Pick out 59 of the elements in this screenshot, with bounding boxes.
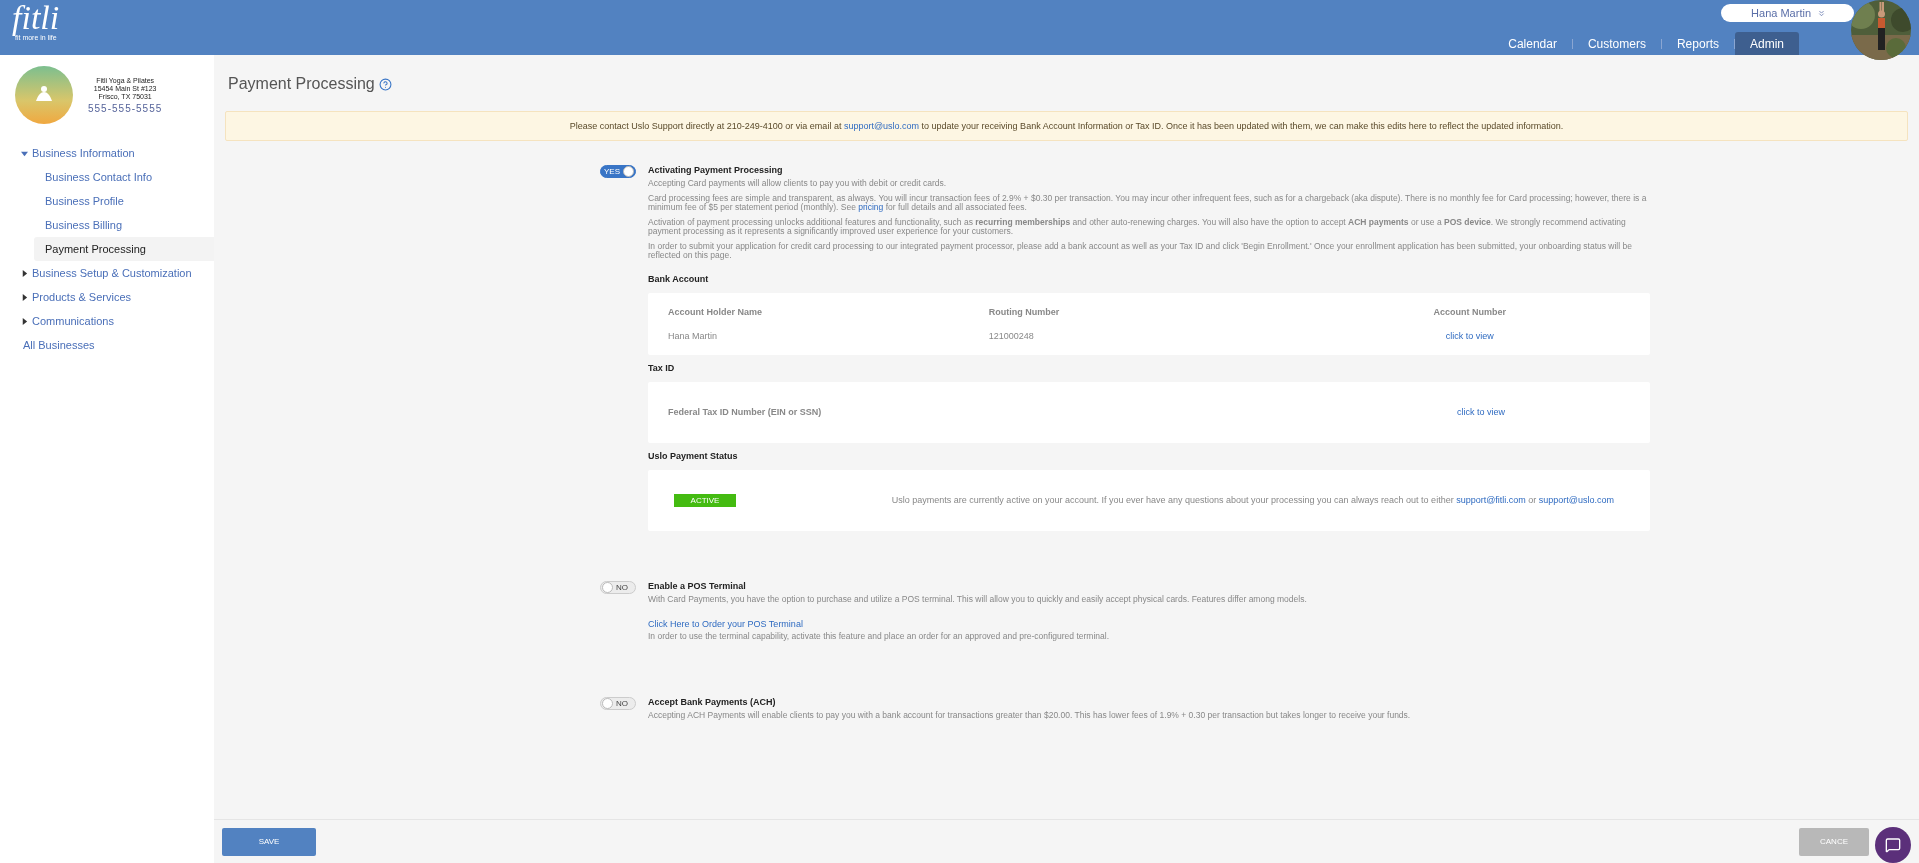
nav-tab[interactable]: Calendar bbox=[1493, 32, 1572, 55]
column-header: Account Holder Name bbox=[668, 306, 763, 317]
description-text: In order to submit your application for credit card processing to our integrated payment processor, please add a bank account as well as your Tax ID and click 'Begin Enrollment.' Once your enrollment application has been submitted, your onboarding status will be reflected on this page. bbox=[648, 241, 1633, 261]
sidebar-item[interactable]: Business Profile bbox=[34, 189, 214, 213]
caret-icon bbox=[21, 317, 28, 325]
text-link[interactable]: support@uslo.com bbox=[1538, 495, 1614, 505]
user-menu[interactable]: Hana Martin bbox=[1721, 4, 1854, 22]
sidebar-group[interactable]: Products & Services bbox=[0, 285, 214, 309]
logo-text[interactable]: fitli bbox=[12, 2, 60, 34]
nav-tab[interactable]: Customers bbox=[1572, 32, 1661, 55]
order-link[interactable]: Click Here to Order your POS Terminal bbox=[648, 619, 1650, 629]
text-link[interactable]: support@uslo.com bbox=[843, 121, 920, 131]
view-link[interactable]: click to view bbox=[1457, 407, 1505, 417]
view-link[interactable]: click to view bbox=[1445, 330, 1494, 341]
description-text: With Card Payments, you have the option to purchase and utilize a POS terminal. This will allow you to quickly and easily accept physical cards. Features differ among models. bbox=[648, 594, 1308, 604]
nav-tab[interactable]: Reports bbox=[1661, 32, 1734, 55]
status-badge: ACTIVE bbox=[674, 493, 736, 507]
section-title: Activating Payment Processing bbox=[648, 165, 784, 175]
caret-icon bbox=[21, 269, 28, 277]
sidebar-group[interactable]: Business Information bbox=[0, 141, 214, 165]
caret-icon bbox=[21, 293, 28, 301]
description-text: Activation of payment processing unlocks additional features and functionality, such as recurring memberships and other auto-renewing charges. You will also have the option to accept ACH payments or use a POS device. We strongly recommend activating payment processing as it represents a significantly improved user experience for your customers. bbox=[648, 217, 1627, 237]
column-header: Account Number bbox=[1433, 306, 1506, 317]
field-label: Federal Tax ID Number (EIN or SSN) bbox=[668, 407, 822, 417]
status-message: Uslo payments are currently active on your account. If you ever have any questions about your processing you can always reach out to either support@fitli.com or support@uslo.com bbox=[891, 495, 1614, 505]
sidebar-item[interactable]: All Businesses bbox=[0, 333, 214, 357]
section-title: Enable a POS Terminal bbox=[648, 580, 747, 591]
section-heading: Uslo Payment Status bbox=[648, 450, 739, 461]
toggle-switch[interactable]: NO bbox=[600, 580, 636, 594]
section-heading: Bank Account bbox=[648, 273, 710, 284]
sidebar-item[interactable]: Payment Processing bbox=[34, 237, 214, 261]
sidebar-item[interactable]: Business Billing bbox=[34, 213, 214, 237]
chat-button[interactable] bbox=[1875, 827, 1911, 863]
toggle-switch[interactable]: NO bbox=[600, 696, 636, 710]
sidebar-group[interactable]: Business Setup & Customization bbox=[0, 261, 214, 285]
business-phone: 555-555-5555 bbox=[88, 102, 163, 114]
save-button[interactable]: SAVE bbox=[222, 827, 316, 856]
toggle-switch[interactable]: YES bbox=[600, 165, 636, 178]
business-logo bbox=[14, 65, 74, 125]
table-cell: Hana Martin bbox=[668, 330, 718, 341]
description-text: In order to use the terminal capability, activate this feature and place an order for an approved and pre-configured terminal. bbox=[648, 632, 1110, 642]
description-text: Card processing fees are simple and transparent, as always. You will incur transaction fees of 2.9% + $0.30 per transaction. You may incur other infrequent fees, such as for a chargeback (aka dispute). There is no monthly fee for Card processing; however, there is a minimum fee of $5 per statement period (monthly). See pricing for full details and all associated fees. bbox=[648, 193, 1648, 213]
section-title: Accept Bank Payments (ACH) bbox=[648, 696, 777, 707]
column-header: Routing Number bbox=[988, 306, 1060, 317]
description-text: Accepting Card payments will allow clients to pay you with debit or credit cards. bbox=[648, 179, 948, 189]
chat-icon bbox=[1885, 837, 1901, 853]
page-title: Payment Processing bbox=[228, 75, 375, 93]
caret-icon bbox=[21, 149, 28, 157]
description-text: Accepting ACH Payments will enable clients to pay you with a bank account for transactions greater than $20.00. This has lower fees of 1.9% + 0.30 per transaction but takes longer to receive your funds. bbox=[648, 710, 1412, 720]
table-cell: 121000248 bbox=[988, 330, 1034, 341]
chevron-icon bbox=[1817, 8, 1826, 18]
sidebar-item[interactable]: Business Contact Info bbox=[34, 165, 214, 189]
help-icon[interactable] bbox=[378, 77, 392, 91]
sidebar-group[interactable]: Communications bbox=[0, 309, 214, 333]
notice-banner: Please contact Uslo Support directly at 210-249-4100 or via email at support@uslo.com to update your receiving Bank Account Information or Tax ID. Once it has been updated with them, we can make this edits here to reflect the updated information. bbox=[225, 111, 1908, 141]
text-link[interactable]: support@fitli.com bbox=[1456, 495, 1526, 505]
nav-tab[interactable]: Admin bbox=[1735, 32, 1799, 55]
section-heading: Tax ID bbox=[648, 362, 676, 373]
text-link[interactable]: pricing bbox=[858, 202, 884, 212]
